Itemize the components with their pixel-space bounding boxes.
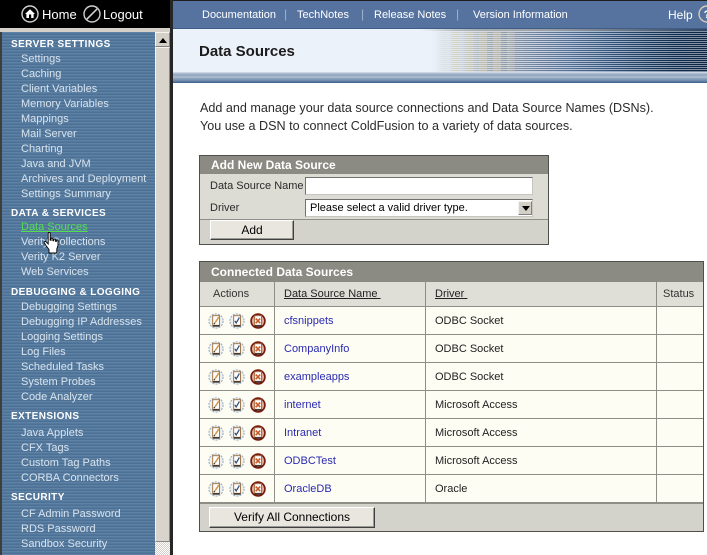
svg-text:?: ? [704,9,707,21]
